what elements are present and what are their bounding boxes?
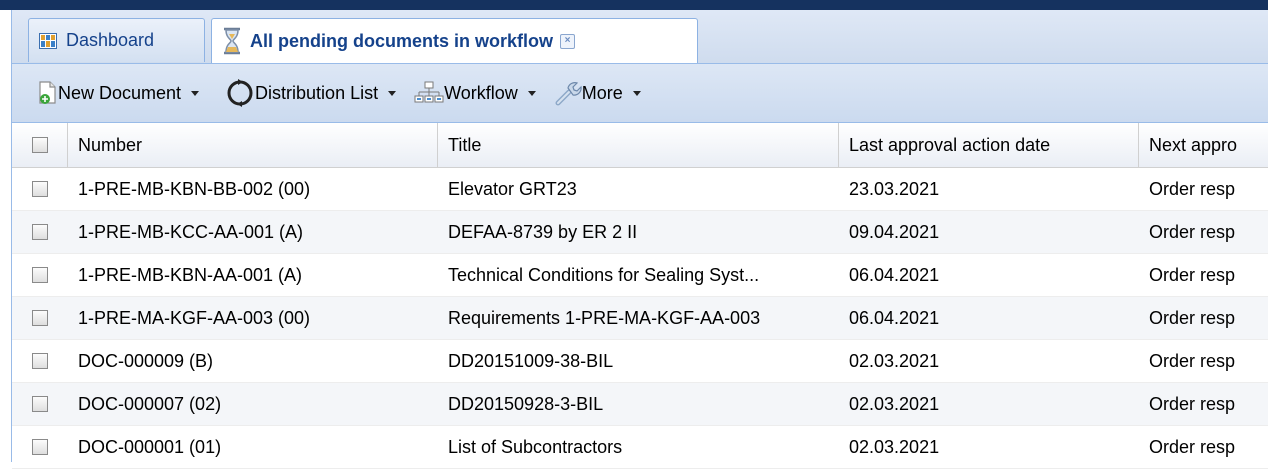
tab-strip: Dashboard All pending documents in workf… [12, 10, 1268, 64]
documents-panel: Dashboard All pending documents in workf… [12, 10, 1268, 469]
chevron-down-icon [191, 90, 200, 96]
column-header-last-approval-date[interactable]: Last approval action date [839, 123, 1139, 167]
row-checkbox[interactable] [32, 353, 48, 369]
row-select-cell [12, 211, 68, 253]
column-header-number[interactable]: Number [68, 123, 438, 167]
table-row[interactable]: DOC-000001 (01) List of Subcontractors 0… [12, 426, 1268, 469]
cell-number: 1-PRE-MB-KBN-BB-002 (00) [78, 178, 311, 199]
new-document-label: New Document [58, 82, 182, 103]
table-row[interactable]: 1-PRE-MB-KBN-BB-002 (00) Elevator GRT23 … [12, 168, 1268, 211]
cell-title: DEFAA-8739 by ER 2 II [448, 221, 638, 242]
more-label: More [581, 82, 623, 103]
workflow-label: Workflow [444, 82, 518, 103]
cell-title: Requirements 1-PRE-MA-KGF-AA-003 [448, 307, 761, 328]
distribution-list-button[interactable]: Distribution List [225, 73, 397, 113]
toolbar: New Document Distribution List Workflow … [12, 64, 1268, 123]
chevron-down-icon [527, 90, 536, 96]
hourglass-icon [224, 27, 240, 55]
table-row[interactable]: DOC-000007 (02) DD20150928-3-BIL 02.03.2… [12, 383, 1268, 426]
tab-pending-documents[interactable]: All pending documents in workflow × [211, 18, 698, 63]
workflow-button[interactable]: Workflow [414, 73, 536, 113]
row-checkbox[interactable] [32, 439, 48, 455]
cell-number: DOC-000009 (B) [78, 350, 214, 371]
cell-number: DOC-000007 (02) [78, 393, 222, 414]
cell-number: 1-PRE-MB-KCC-AA-001 (A) [78, 221, 304, 242]
grid-body: 1-PRE-MB-KBN-BB-002 (00) Elevator GRT23 … [12, 168, 1268, 469]
row-checkbox[interactable] [32, 267, 48, 283]
tab-pending-documents-label: All pending documents in workflow [250, 30, 554, 51]
column-header-label: Next appro [1149, 134, 1238, 155]
cell-title: DD20150928-3-BIL [448, 393, 604, 414]
cell-last-approval-date: 02.03.2021 [849, 350, 940, 371]
table-row[interactable]: DOC-000009 (B) DD20151009-38-BIL 02.03.2… [12, 340, 1268, 383]
cell-last-approval-date: 09.04.2021 [849, 221, 940, 242]
column-header-title[interactable]: Title [438, 123, 839, 167]
cell-title: DD20151009-38-BIL [448, 350, 614, 371]
cell-number: 1-PRE-MA-KGF-AA-003 (00) [78, 307, 311, 328]
column-header-label: Last approval action date [849, 134, 1051, 155]
app-top-bar [0, 0, 1268, 10]
refresh-cycle-icon [227, 79, 253, 107]
row-select-cell [12, 168, 68, 210]
tab-dashboard[interactable]: Dashboard [28, 18, 205, 62]
cell-next-approval: Order resp [1149, 178, 1236, 199]
select-all-cell [12, 123, 68, 167]
workflow-icon [414, 81, 444, 103]
more-button[interactable]: More [554, 73, 641, 113]
table-row[interactable]: 1-PRE-MB-KCC-AA-001 (A) DEFAA-8739 by ER… [12, 211, 1268, 254]
cell-title: Elevator GRT23 [448, 178, 577, 199]
row-select-cell [12, 383, 68, 425]
table-row[interactable]: 1-PRE-MB-KBN-AA-001 (A) Technical Condit… [12, 254, 1268, 297]
select-all-checkbox[interactable] [31, 137, 48, 153]
cell-next-approval: Order resp [1149, 393, 1236, 414]
distribution-list-label: Distribution List [255, 82, 379, 103]
row-select-cell [12, 297, 68, 339]
cell-last-approval-date: 06.04.2021 [849, 264, 940, 285]
row-checkbox[interactable] [32, 224, 48, 240]
cell-next-approval: Order resp [1149, 307, 1236, 328]
table-row[interactable]: 1-PRE-MA-KGF-AA-003 (00) Requirements 1-… [12, 297, 1268, 340]
cell-last-approval-date: 06.04.2021 [849, 307, 940, 328]
column-header-next-approval[interactable]: Next appro [1139, 123, 1268, 167]
chevron-down-icon [632, 90, 641, 96]
row-checkbox[interactable] [32, 310, 48, 326]
dashboard-icon [39, 32, 57, 49]
close-icon[interactable]: × [560, 33, 576, 49]
new-document-button[interactable]: New Document [38, 73, 200, 113]
grid-header: Number Title Last approval action date N… [12, 123, 1268, 168]
cell-number: 1-PRE-MB-KBN-AA-001 (A) [78, 264, 303, 285]
row-checkbox[interactable] [32, 181, 48, 197]
wrench-icon [555, 82, 582, 106]
chevron-down-icon [388, 90, 397, 96]
column-header-label: Title [448, 134, 482, 155]
column-header-label: Number [78, 134, 143, 155]
cell-next-approval: Order resp [1149, 350, 1236, 371]
cell-next-approval: Order resp [1149, 221, 1236, 242]
cell-next-approval: Order resp [1149, 264, 1236, 285]
new-document-icon [39, 81, 56, 104]
tab-dashboard-label: Dashboard [66, 30, 155, 50]
row-select-cell [12, 254, 68, 296]
cell-last-approval-date: 23.03.2021 [849, 178, 940, 199]
row-checkbox[interactable] [32, 396, 48, 412]
cell-last-approval-date: 02.03.2021 [849, 393, 940, 414]
row-select-cell [12, 340, 68, 382]
cell-title: Technical Conditions for Sealing Syst... [448, 264, 760, 285]
